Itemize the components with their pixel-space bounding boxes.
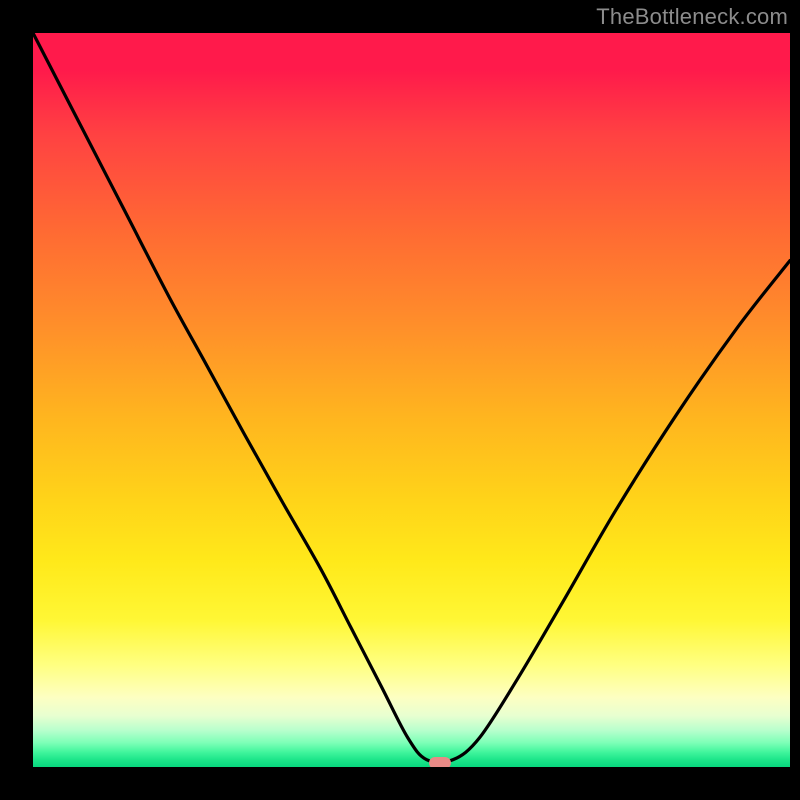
watermark-text: TheBottleneck.com [596, 4, 788, 30]
bottleneck-curve [33, 33, 790, 767]
chart-stage: TheBottleneck.com [0, 0, 800, 800]
plot-area [33, 33, 790, 767]
curve-path [33, 33, 790, 762]
optimal-point-marker [429, 757, 451, 767]
